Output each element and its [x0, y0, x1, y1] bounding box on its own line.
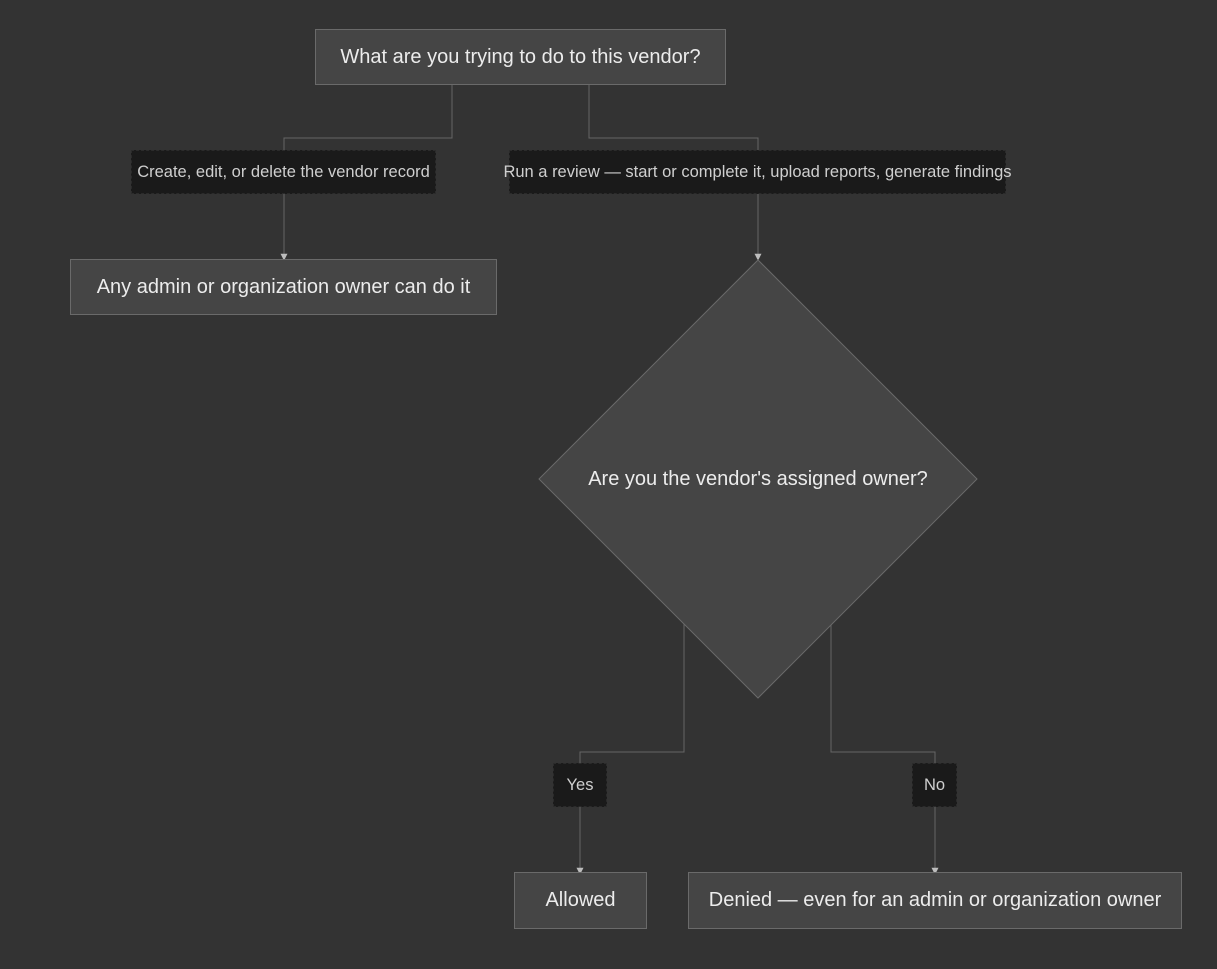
connector-decision-to-denied [830, 624, 939, 875]
edge-label-manage-vendor: Create, edit, or delete the vendor recor… [131, 150, 436, 194]
denied-node: Denied — even for an admin or organizati… [688, 872, 1182, 929]
allowed-node: Allowed [514, 872, 647, 929]
connector-decision-to-allowed [576, 624, 685, 875]
edge-label-no: No [912, 763, 957, 807]
decision-question: Are you the vendor's assigned owner? [588, 467, 928, 490]
flowchart: What are you trying to do to this vendor… [0, 0, 1217, 969]
start-node: What are you trying to do to this vendor… [315, 29, 726, 85]
admin-result-node: Any admin or organization owner can do i… [70, 259, 497, 315]
edge-label-run-review: Run a review — start or complete it, upl… [503, 150, 1012, 194]
edge-label-yes: Yes [553, 763, 607, 807]
